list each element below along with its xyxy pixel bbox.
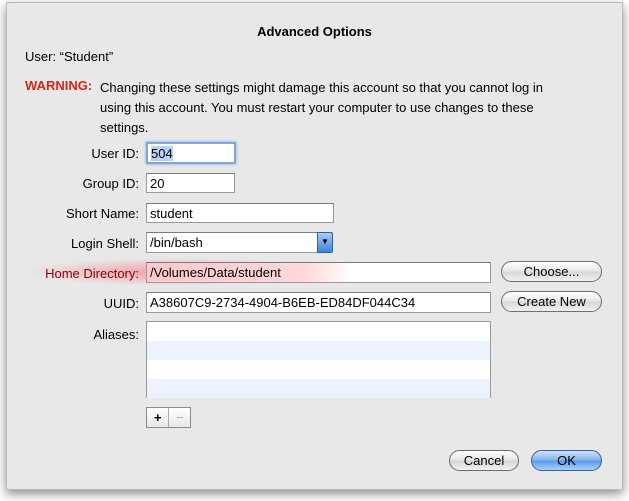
- list-row[interactable]: [147, 341, 490, 360]
- warning-line: settings.: [100, 120, 149, 135]
- add-alias-button[interactable]: +: [147, 408, 170, 427]
- short-name-label: Short Name:: [66, 206, 139, 221]
- ok-button[interactable]: OK: [531, 450, 602, 471]
- add-remove-control: + −: [146, 407, 191, 428]
- user-label: User: “Student”: [25, 49, 114, 64]
- create-new-button[interactable]: Create New: [501, 291, 602, 312]
- list-row[interactable]: [147, 322, 490, 341]
- login-shell-value: /bin/bash: [150, 235, 203, 250]
- uuid-label: UUID:: [103, 296, 139, 311]
- login-shell-select[interactable]: /bin/bash ▼: [146, 232, 333, 253]
- list-row[interactable]: [147, 379, 490, 398]
- group-id-label: Group ID:: [82, 176, 139, 191]
- home-directory-label: Home Directory:: [45, 266, 139, 281]
- aliases-label: Aliases:: [93, 327, 139, 342]
- short-name-field[interactable]: student: [146, 203, 334, 223]
- uuid-field[interactable]: A38607C9-2734-4904-B6EB-ED84DF044C34: [146, 292, 491, 313]
- group-id-field[interactable]: 20: [146, 173, 235, 193]
- chevron-down-icon[interactable]: ▼: [317, 232, 333, 253]
- warning-line: Changing these settings might damage thi…: [100, 80, 544, 95]
- home-directory-field[interactable]: /Volumes/Data/student: [146, 262, 491, 283]
- choose-button[interactable]: Choose...: [501, 261, 602, 282]
- remove-alias-button[interactable]: −: [169, 408, 190, 427]
- aliases-list[interactable]: [146, 321, 491, 398]
- warning-line: using this account. You must restart you…: [100, 100, 534, 115]
- warning-text: Changing these settings might damage thi…: [100, 78, 543, 138]
- list-row[interactable]: [147, 360, 490, 379]
- user-id-value: 504: [151, 146, 173, 161]
- cancel-button[interactable]: Cancel: [449, 450, 519, 471]
- warning-label: WARNING:: [25, 78, 93, 93]
- user-id-label: User ID:: [91, 146, 139, 161]
- login-shell-label: Login Shell:: [71, 236, 139, 251]
- user-id-field[interactable]: 504: [146, 142, 236, 164]
- dialog-title: Advanced Options: [257, 24, 372, 39]
